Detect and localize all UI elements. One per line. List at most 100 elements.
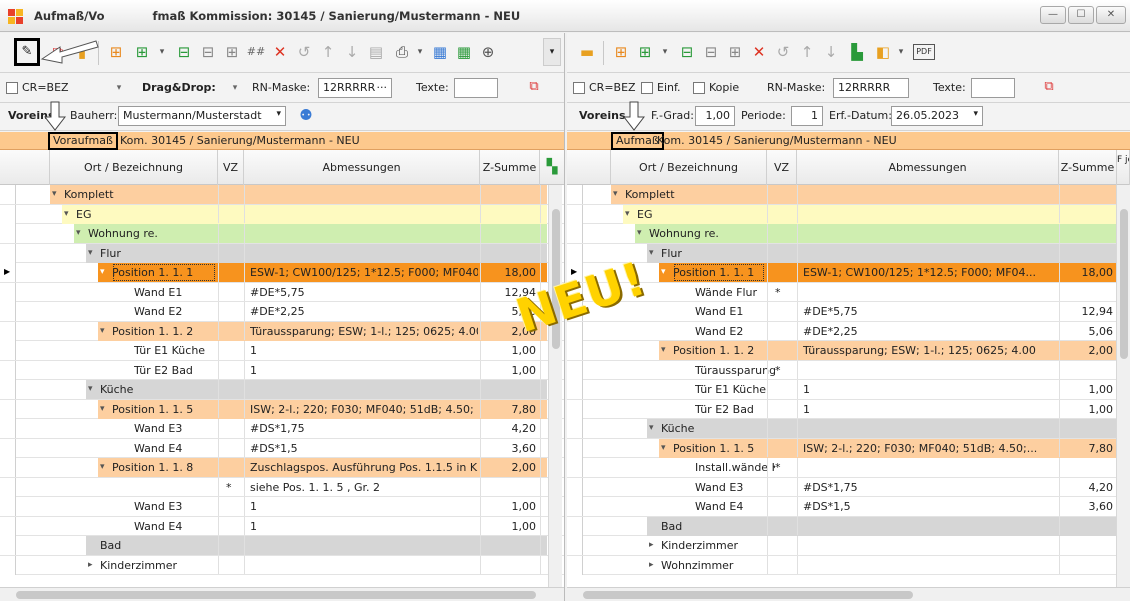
table-row[interactable]: Wand E1 #DE*5,75 12,94 [0,282,564,302]
cr-dropdown-icon[interactable]: ▾ [112,78,126,98]
row-indicator[interactable] [0,321,16,341]
table-row[interactable]: Tür E1 Küche 1 1,00 [567,380,1130,400]
col-header-zsumme[interactable]: Z-Summe [1059,150,1117,185]
row-indicator[interactable] [567,360,583,380]
table-row[interactable]: Tür E2 Bad 1 1,00 [567,399,1130,419]
popout-icon[interactable]: ⧉ [1039,77,1059,97]
chevron-down-icon[interactable]: ▾ [100,400,105,419]
table-row[interactable]: ▾ EG [0,204,564,224]
chevron-down-icon[interactable]: ▾ [88,244,93,263]
left-horizontal-scrollbar[interactable] [0,587,564,601]
row-indicator[interactable] [567,243,583,263]
row-indicator[interactable] [0,497,16,516]
chevron-down-icon[interactable]: ▾ [64,205,69,224]
table-row[interactable]: Install.wände Küche* [567,458,1130,478]
row-indicator[interactable] [567,555,583,575]
chevron-down-icon[interactable]: ▾ [649,419,654,438]
row-indicator[interactable] [567,497,583,516]
chevron-right-icon[interactable]: ▸ [88,556,93,575]
transfer-icon[interactable]: ▙ [847,42,867,62]
row-indicator[interactable] [567,458,583,477]
pdf-icon[interactable]: PDF [913,44,935,60]
table-row[interactable]: ▾ Wohnung re. [567,224,1130,244]
import-icon[interactable]: ◧ [873,42,893,62]
numbering-icon[interactable]: ## [246,42,266,62]
kopie-checkbox[interactable] [693,82,705,94]
chevron-down-icon[interactable]: ▾ [625,205,630,224]
row-indicator[interactable] [0,302,16,321]
table-row[interactable]: ▾ Position 1. 1. 2 Türaussparung; ESW; 1-l… [567,341,1130,361]
collapse-icon[interactable]: ▬ [577,42,597,62]
bauherr-select[interactable]: Mustermann/Musterstadt ▾ [118,106,286,126]
row-indicator[interactable] [567,399,583,419]
move-up-icon[interactable]: ↑ [797,42,817,62]
table-row[interactable]: ▾ Position 1. 1. 5 ISW; 2-l.; 220; F030; M… [567,438,1130,458]
row-indicator[interactable] [0,399,16,419]
chevron-down-icon[interactable]: ▾ [100,458,105,477]
table-row[interactable]: Wand E4 #DS*1,5 3,60 [567,497,1130,517]
undo-icon[interactable]: ↺ [773,42,793,62]
col-header-f[interactable]: F je [1117,150,1130,185]
rn-mask-input[interactable]: 12RRRRR [833,78,909,98]
table-row[interactable]: ▾ Komplett [0,185,564,205]
table-row[interactable]: ▸ Kinderzimmer [567,536,1130,556]
dragdrop-dropdown-icon[interactable]: ▾ [228,78,242,98]
move-down-icon[interactable]: ↓ [821,42,841,62]
einf-checkbox[interactable] [641,82,653,94]
add-row-dropdown-icon[interactable]: ⊞ [132,42,152,62]
row-indicator[interactable] [567,419,583,438]
insert-group-icon[interactable]: ⊞ [725,42,745,62]
col-header-abmessungen[interactable]: Abmessungen [797,150,1059,185]
table-row[interactable]: Bad [0,536,564,556]
print-dropdown-icon[interactable]: ▾ [410,42,430,62]
fgrad-input[interactable]: 1,00 [695,106,735,126]
col-header-abmessungen[interactable]: Abmessungen [244,150,480,185]
move-down-icon[interactable]: ↓ [342,42,362,62]
insert-group-icon[interactable]: ⊞ [222,42,242,62]
row-indicator[interactable] [567,380,583,399]
settings-wrench-icon[interactable]: ✎ [14,38,40,66]
people-icon[interactable]: ⚉ [296,105,316,125]
row-indicator[interactable] [0,477,16,497]
chevron-down-icon[interactable]: ▾ [655,42,675,62]
chevron-down-icon[interactable]: ▾ [637,224,642,243]
row-indicator[interactable] [567,224,583,243]
table-row[interactable]: ▾ EG [567,204,1130,224]
col-header-ort[interactable]: Ort / Bezeichnung [611,150,767,185]
table-row[interactable]: ▾ Küche [567,419,1130,439]
add-row-icon[interactable]: ⊞ [611,42,631,62]
row-indicator[interactable] [567,477,583,497]
table-row[interactable]: Wand E4 #DS*1,5 3,60 [0,438,564,458]
row-indicator[interactable] [567,438,583,458]
row-indicator[interactable] [0,243,16,263]
table-row[interactable]: ▾ Position 1. 1. 2 Türaussparung; ESW; 1-l… [0,321,564,341]
table-row[interactable]: ▾ Komplett [567,185,1130,205]
chevron-down-icon[interactable]: ▾ [661,439,666,458]
maximize-button[interactable]: ☐ [1068,6,1094,24]
more-icon[interactable]: ··· [377,81,388,94]
import-dropdown-icon[interactable]: ▾ [891,42,911,62]
add-row-icon[interactable]: ⊞ [106,42,126,62]
col-header-ort[interactable]: Ort / Bezeichnung [50,150,218,185]
save-icon[interactable]: ▤ [366,42,386,62]
chevron-down-icon[interactable]: ▾ [152,42,172,62]
close-window-button[interactable]: ✕ [1096,6,1126,24]
preview-icon[interactable]: ▦ [430,42,450,62]
cr-bez-checkbox[interactable] [6,82,18,94]
table-row[interactable]: ▾ Position 1. 1. 8 Zuschlagspos. Ausführun… [0,458,564,478]
table-row[interactable]: Türaussparungen ...* [567,360,1130,380]
texte-toggle[interactable] [971,78,1015,98]
move-up-icon[interactable]: ↑ [318,42,338,62]
column-chooser-icon[interactable]: ▚ [540,150,564,185]
table-row[interactable]: ▾ Position 1. 1. 1 ESW-1; CW100/125; 1*12.… [567,263,1130,283]
table-row[interactable]: ▾ Küche [0,380,564,400]
chevron-down-icon[interactable]: ▾ [661,263,666,282]
right-horizontal-scrollbar[interactable] [567,587,1130,601]
add-row-dropdown-icon[interactable]: ⊞ [635,42,655,62]
undo-icon[interactable]: ↺ [294,42,314,62]
erf-datum-input[interactable]: 26.05.2023 ▾ [891,106,983,126]
chevron-down-icon[interactable]: ▾ [100,263,105,282]
table-row[interactable]: Bad [567,516,1130,536]
table-row[interactable]: Tür E2 Bad 1 1,00 [0,360,564,380]
row-indicator[interactable] [0,263,16,282]
